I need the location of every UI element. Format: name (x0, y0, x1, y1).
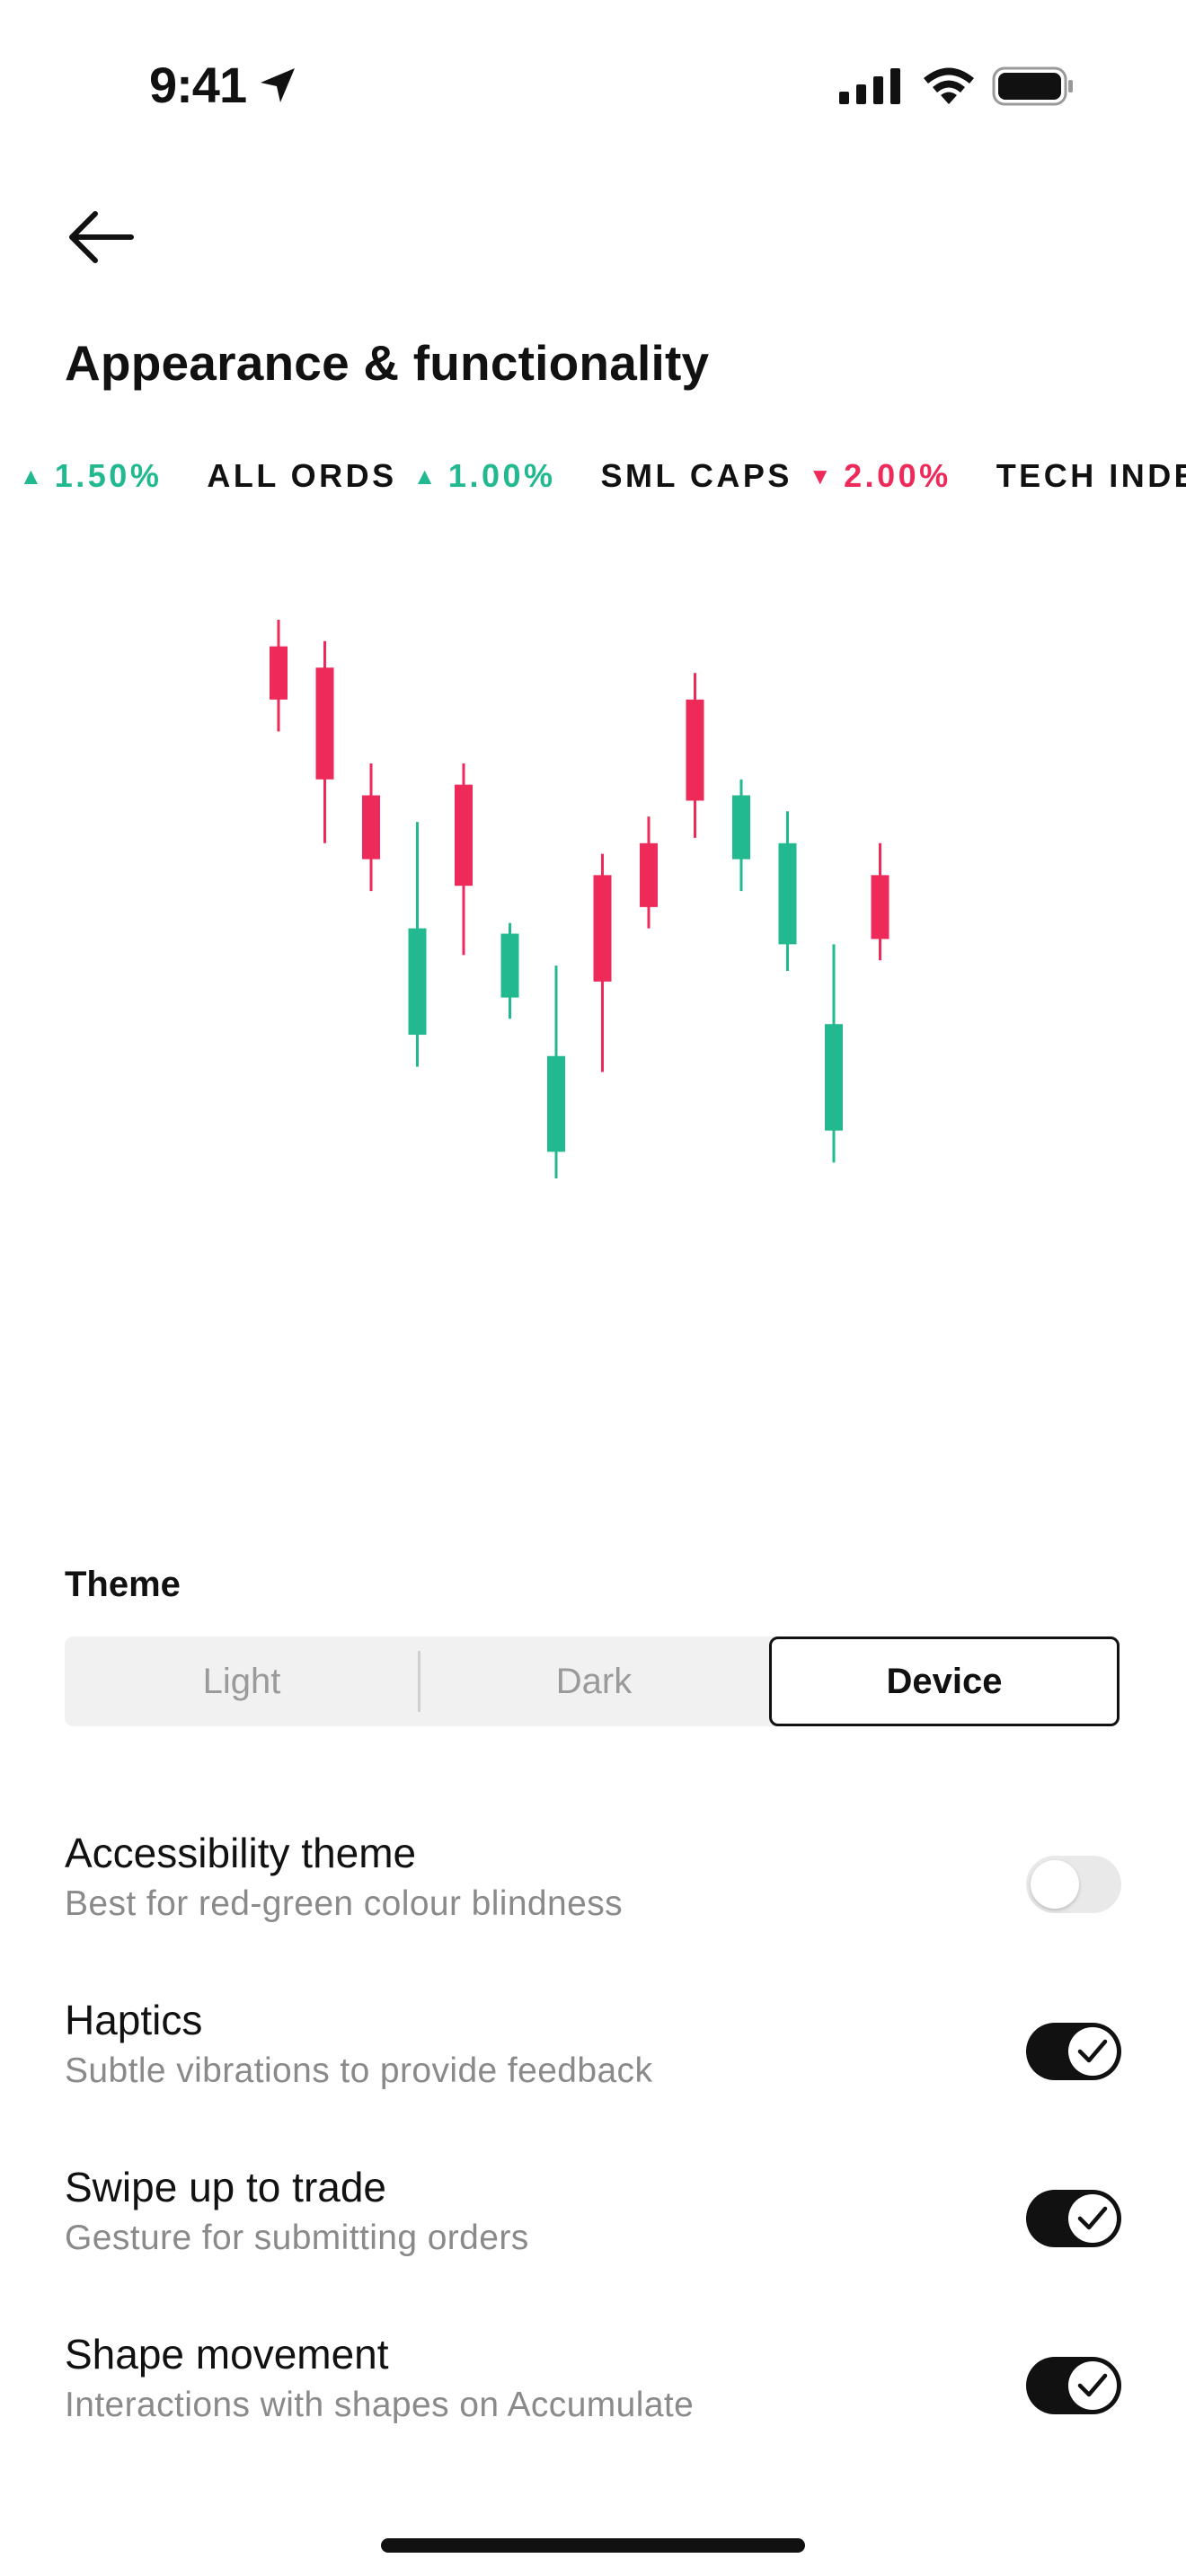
home-indicator[interactable] (381, 2538, 805, 2553)
down-triangle-icon: ▼ (808, 462, 836, 490)
toggle-knob (1068, 2361, 1117, 2410)
candle-body (686, 699, 704, 801)
toggle-knob (1068, 2027, 1117, 2076)
status-time: 9:41 (149, 57, 247, 113)
setting-subtitle: Subtle vibrations to provide feedback (65, 2051, 653, 2090)
up-triangle-icon: ▲ (412, 462, 439, 490)
candle-body (500, 933, 519, 998)
back-button[interactable] (63, 201, 144, 273)
candlestick-chart (270, 620, 890, 1178)
candle-body (270, 646, 288, 700)
theme-label: Theme (65, 1565, 181, 1604)
checkmark-icon (1077, 2373, 1108, 2397)
setting-row-haptics: Haptics Subtle vibrations to provide fee… (65, 1996, 1121, 2122)
ticker-change: 1.00% (447, 457, 556, 494)
location-arrow-icon (261, 68, 295, 102)
theme-option-dark[interactable]: Dark (419, 1636, 769, 1726)
ticker-change: 1.50% (54, 457, 163, 494)
ticker-name: 0 (0, 457, 4, 495)
theme-option-light[interactable]: Light (65, 1636, 419, 1726)
toggle-knob (1068, 2194, 1117, 2243)
candle-body (732, 795, 750, 860)
checkmark-icon (1077, 2039, 1108, 2063)
checkmark-icon (1077, 2206, 1108, 2230)
candle-body (593, 875, 612, 982)
battery-icon (992, 66, 1073, 106)
theme-segmented-control[interactable]: Light Dark Device (65, 1636, 1120, 1726)
swipe-up-to-trade-toggle[interactable] (1026, 2190, 1121, 2247)
setting-title: Accessibility theme (65, 1830, 417, 1876)
up-triangle-icon: ▲ (19, 462, 46, 490)
setting-title: Haptics (65, 1997, 203, 2043)
ticker-item: 0 ▲ 1.50% (0, 457, 162, 495)
ticker-name: SML CAPS (600, 457, 792, 494)
candle-body (315, 667, 334, 780)
candle-body (455, 784, 473, 887)
setting-title: Shape movement (65, 2331, 389, 2378)
setting-row-shape-movement: Shape movement Interactions with shapes … (65, 2330, 1121, 2456)
setting-title: Swipe up to trade (65, 2164, 387, 2210)
back-arrow-icon (69, 211, 134, 263)
page-title: Appearance & functionality (65, 335, 710, 391)
candle-body (871, 875, 890, 940)
ticker-item: ALL ORDS ▲ 1.00% (207, 457, 555, 495)
toggle-knob (1031, 1860, 1079, 1909)
ticker-name: ALL ORDS (207, 457, 397, 494)
ticker-name: TECH INDE (996, 457, 1186, 494)
candle-body (640, 842, 658, 907)
wifi-icon (924, 67, 974, 104)
ticker-item: TECH INDE (996, 457, 1186, 495)
theme-option-device[interactable]: Device (769, 1636, 1120, 1726)
shape-movement-toggle[interactable] (1026, 2357, 1121, 2414)
cellular-signal-icon (839, 68, 900, 104)
setting-subtitle: Interactions with shapes on Accumulate (65, 2386, 695, 2424)
setting-subtitle: Best for red-green colour blindness (65, 1884, 623, 1923)
candle-body (362, 795, 380, 860)
candle-body (825, 1024, 843, 1131)
ticker-change: 2.00% (844, 457, 951, 494)
candle-body (778, 842, 797, 945)
setting-row-accessibility-theme: Accessibility theme Best for red-green c… (65, 1829, 1121, 1954)
accessibility-theme-toggle[interactable] (1026, 1856, 1121, 1913)
candle-body (408, 928, 427, 1036)
haptics-toggle[interactable] (1026, 2023, 1121, 2080)
market-ticker: 0 ▲ 1.50% ALL ORDS ▲ 1.00% SML CAPS ▼ 2.… (0, 449, 1186, 503)
setting-row-swipe-up-to-trade: Swipe up to trade Gesture for submitting… (65, 2163, 1121, 2289)
candle-body (547, 1055, 565, 1152)
ticker-item: SML CAPS ▼ 2.00% (601, 457, 951, 495)
setting-subtitle: Gesture for submitting orders (65, 2219, 529, 2257)
